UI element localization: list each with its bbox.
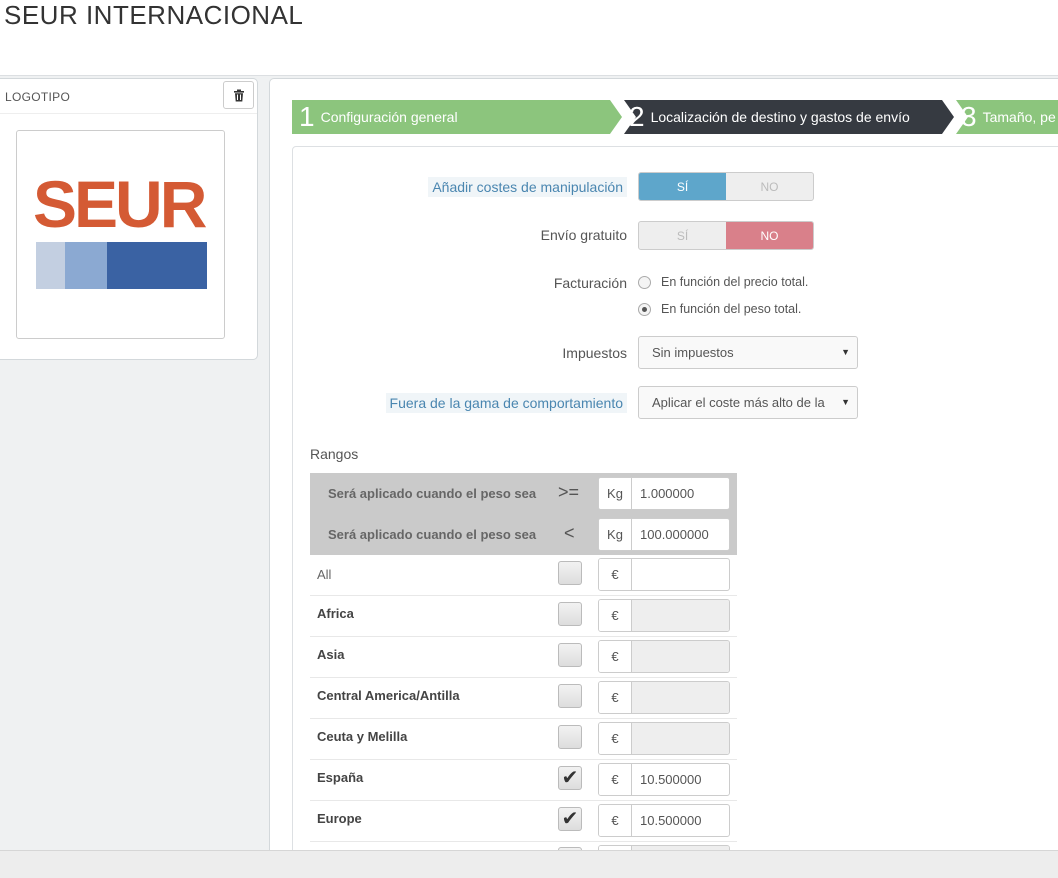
logo-bar-medium xyxy=(65,242,107,289)
range-row-label: Será aplicado cuando el peso sea xyxy=(328,527,537,542)
range-operator: < xyxy=(564,523,575,543)
seur-logo-bars xyxy=(36,242,207,289)
wizard-step-1[interactable]: 1 Configuración general xyxy=(299,100,458,134)
zone-price-value[interactable]: 10.500000 xyxy=(632,805,729,836)
zone-price-input-europe[interactable]: € 10.500000 xyxy=(598,804,730,837)
currency-addon: € xyxy=(599,559,632,590)
zone-price-value[interactable] xyxy=(632,559,729,590)
wizard-step-2[interactable]: 2 Localización de destino y gastos de en… xyxy=(629,100,910,134)
billing-label: Facturación xyxy=(553,275,627,291)
radio-label: En función del peso total. xyxy=(661,302,802,316)
logo-panel-header: LOGOTIPO xyxy=(0,79,257,114)
free-shipping-label: Envío gratuito xyxy=(540,227,627,243)
wizard-step-3[interactable]: 3 Tamaño, pe xyxy=(961,100,1056,134)
zone-price-value[interactable] xyxy=(632,600,729,631)
bottom-bar xyxy=(0,850,1058,878)
handling-costs-label: Añadir costes de manipulación xyxy=(428,177,627,197)
zone-checkbox[interactable] xyxy=(558,561,582,585)
checkmark-icon: ✔ xyxy=(561,767,579,789)
zone-name: Europe xyxy=(317,811,362,826)
zone-price-input-all[interactable]: € xyxy=(598,558,730,591)
out-of-range-select[interactable]: Aplicar el coste más alto de la ▼ xyxy=(638,386,858,419)
zone-checkbox[interactable] xyxy=(558,725,582,749)
dropdown-arrow-icon: ▼ xyxy=(841,347,850,357)
delete-logo-button[interactable] xyxy=(223,81,254,109)
trash-icon xyxy=(233,89,244,101)
zone-checkbox-checked[interactable]: ✔ xyxy=(558,766,582,790)
handling-yes-option[interactable]: SÍ xyxy=(639,173,726,200)
free-shipping-yes-option[interactable]: SÍ xyxy=(639,222,726,249)
out-of-range-label: Fuera de la gama de comportamiento xyxy=(385,393,627,413)
range-operator: >= xyxy=(558,482,580,502)
step-number: 2 xyxy=(629,101,645,132)
dropdown-arrow-icon: ▼ xyxy=(837,387,850,418)
step-label: Tamaño, pe xyxy=(982,109,1056,125)
zone-name: Ceuta y Melilla xyxy=(317,729,408,744)
zone-price-input-africa[interactable]: € xyxy=(598,599,730,632)
zone-checkbox[interactable] xyxy=(558,602,582,626)
zone-price-value[interactable]: 10.500000 xyxy=(632,764,729,795)
currency-addon: € xyxy=(599,723,632,754)
range-lower-value[interactable]: 1.000000 xyxy=(632,478,729,509)
range-upper-value[interactable]: 100.000000 xyxy=(632,519,729,550)
logo-bar-light xyxy=(36,242,65,289)
currency-addon: € xyxy=(599,641,632,672)
step-label: Localización de destino y gastos de enví… xyxy=(650,109,910,125)
unit-addon: Kg xyxy=(599,519,632,550)
page-title: SEUR INTERNACIONAL xyxy=(4,0,304,30)
billing-option-price[interactable]: En función del precio total. xyxy=(638,275,808,289)
zone-checkbox-checked[interactable]: ✔ xyxy=(558,807,582,831)
out-of-range-select-value: Aplicar el coste más alto de la xyxy=(652,395,825,410)
radio-label: En función del precio total. xyxy=(661,275,809,289)
handling-costs-toggle[interactable]: SÍ NO xyxy=(638,172,814,201)
zone-price-input-central-america[interactable]: € xyxy=(598,681,730,714)
zone-price-value[interactable] xyxy=(632,641,729,672)
currency-addon: € xyxy=(599,764,632,795)
currency-addon: € xyxy=(599,682,632,713)
radio-button-checked[interactable] xyxy=(638,302,651,316)
zone-checkbox[interactable] xyxy=(558,643,582,667)
zone-checkbox[interactable] xyxy=(558,684,582,708)
radio-button[interactable] xyxy=(638,275,651,289)
carrier-logo: SEUR xyxy=(16,130,225,339)
step-label: Configuración general xyxy=(320,109,458,125)
range-upper-input[interactable]: Kg 100.000000 xyxy=(598,518,730,551)
ranges-title: Rangos xyxy=(310,446,359,462)
zone-price-value[interactable] xyxy=(632,723,729,754)
handling-no-option[interactable]: NO xyxy=(726,173,813,200)
step-number: 1 xyxy=(299,101,315,132)
zone-name: Africa xyxy=(317,606,354,621)
currency-addon: € xyxy=(599,600,632,631)
free-shipping-toggle[interactable]: SÍ NO xyxy=(638,221,814,250)
logo-bar-dark xyxy=(107,242,207,289)
zone-price-input-asia[interactable]: € xyxy=(598,640,730,673)
free-shipping-no-option[interactable]: NO xyxy=(726,222,813,249)
tax-select[interactable]: Sin impuestos ▼ xyxy=(638,336,858,369)
range-row-label: Será aplicado cuando el peso sea xyxy=(328,486,537,501)
currency-addon: € xyxy=(599,805,632,836)
logo-panel: LOGOTIPO SEUR xyxy=(0,78,258,360)
zone-name: All xyxy=(317,567,332,582)
zone-price-input-espana[interactable]: € 10.500000 xyxy=(598,763,730,796)
tax-select-value: Sin impuestos xyxy=(652,345,734,360)
unit-addon: Kg xyxy=(599,478,632,509)
page-header: SEUR INTERNACIONAL xyxy=(0,0,1058,76)
zone-name: Central America/Antilla xyxy=(317,688,460,703)
zone-price-input-ceuta-melilla[interactable]: € xyxy=(598,722,730,755)
zone-price-value[interactable] xyxy=(632,682,729,713)
tax-label: Impuestos xyxy=(562,345,627,361)
step-number: 3 xyxy=(961,101,977,132)
logo-panel-title: LOGOTIPO xyxy=(5,90,71,104)
billing-option-weight[interactable]: En función del peso total. xyxy=(638,302,801,316)
checkmark-icon: ✔ xyxy=(561,808,579,830)
seur-logo-text: SEUR xyxy=(33,167,207,241)
range-lower-input[interactable]: Kg 1.000000 xyxy=(598,477,730,510)
zone-name: España xyxy=(317,770,364,785)
zone-name: Asia xyxy=(317,647,345,662)
